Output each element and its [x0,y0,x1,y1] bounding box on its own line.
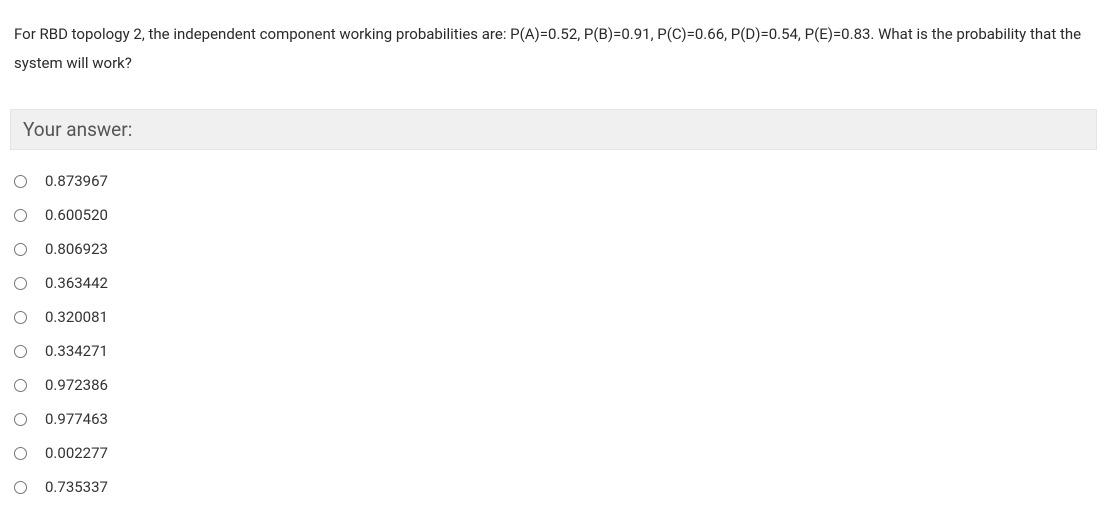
option-radio-4[interactable] [14,311,27,324]
option-row: 0.363442 [14,266,1093,300]
option-radio-1[interactable] [14,209,27,222]
option-radio-5[interactable] [14,345,27,358]
option-row: 0.320081 [14,300,1093,334]
option-radio-9[interactable] [14,481,27,494]
option-label[interactable]: 0.972386 [45,376,108,394]
question-text: For RBD topology 2, the independent comp… [0,0,1107,97]
option-row: 0.873967 [14,164,1093,198]
option-row: 0.334271 [14,334,1093,368]
option-label[interactable]: 0.873967 [45,172,108,190]
option-label[interactable]: 0.977463 [45,410,108,428]
option-label[interactable]: 0.002277 [45,444,108,462]
option-row: 0.002277 [14,436,1093,470]
option-row: 0.972386 [14,368,1093,402]
option-radio-7[interactable] [14,413,27,426]
option-radio-8[interactable] [14,447,27,460]
option-radio-0[interactable] [14,175,27,188]
option-row: 0.806923 [14,232,1093,266]
option-row: 0.600520 [14,198,1093,232]
option-radio-2[interactable] [14,243,27,256]
option-label[interactable]: 0.735337 [45,478,108,496]
answer-header: Your answer: [10,109,1097,150]
option-radio-3[interactable] [14,277,27,290]
option-radio-6[interactable] [14,379,27,392]
option-label[interactable]: 0.806923 [45,240,108,258]
options-list: 0.873967 0.600520 0.806923 0.363442 0.32… [0,164,1107,504]
option-label[interactable]: 0.334271 [45,342,108,360]
option-row: 0.977463 [14,402,1093,436]
option-row: 0.735337 [14,470,1093,504]
option-label[interactable]: 0.600520 [45,206,108,224]
option-label[interactable]: 0.320081 [45,308,108,326]
option-label[interactable]: 0.363442 [45,274,108,292]
